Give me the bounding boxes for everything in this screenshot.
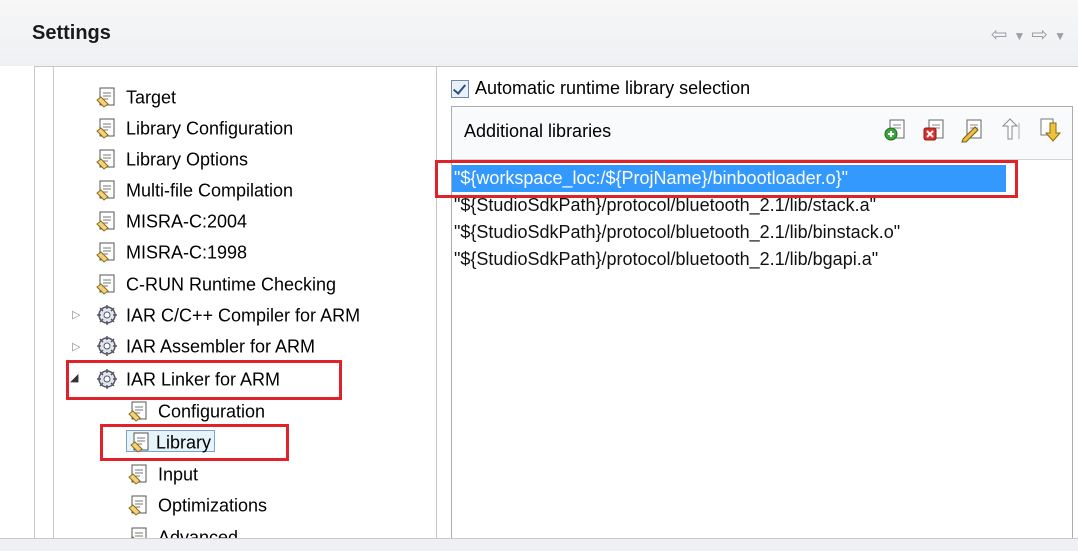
tool-gear-icon: [96, 368, 118, 390]
tree-item-input[interactable]: Input: [128, 459, 198, 487]
auto-runtime-checkbox-row[interactable]: Automatic runtime library selection: [451, 76, 750, 100]
additional-libraries-list[interactable]: "${workspace_loc:/${ProjName}/binbootloa…: [452, 165, 1072, 273]
tree-item-library-options[interactable]: Library Options: [96, 144, 248, 172]
chevron-down-icon[interactable]: ▼: [1054, 29, 1072, 43]
options-page-icon: [96, 273, 118, 295]
tree-item-label: MISRA-C:2004: [126, 211, 248, 232]
edit-icon[interactable]: [961, 117, 985, 143]
page-title: Settings: [32, 22, 111, 44]
options-page-icon: [96, 179, 118, 201]
additional-libraries-title: Additional libraries: [464, 121, 612, 141]
tree-item-iar-compiler[interactable]: IAR C/C++ Compiler for ARM: [96, 300, 360, 328]
library-row[interactable]: "${StudioSdkPath}/protocol/bluetooth_2.1…: [452, 219, 1072, 246]
options-page-icon: [128, 463, 150, 485]
tree-item-label: C-RUN Runtime Checking: [126, 274, 337, 295]
tree-item-label: Library Configuration: [126, 118, 294, 139]
options-page-icon: [96, 86, 118, 108]
auto-runtime-checkbox[interactable]: [451, 80, 469, 99]
additional-libraries-box: Additional libraries "${workspace_loc:/$…: [451, 106, 1073, 539]
options-page-icon: [128, 400, 150, 422]
tree-item-label: Multi-file Compilation: [126, 180, 294, 201]
tool-gear-icon: [96, 335, 118, 357]
options-page-icon: [128, 526, 150, 538]
options-tree[interactable]: Target Library Configuration Library Opt…: [53, 67, 437, 538]
tree-item-label: IAR Assembler for ARM: [126, 336, 316, 357]
tree-item-iar-assembler[interactable]: IAR Assembler for ARM: [96, 331, 315, 359]
tree-item-label: Library: [156, 432, 212, 453]
tree-item-label: Target: [126, 87, 177, 108]
settings-header: Settings ⇦▼⇨▼: [0, 0, 1078, 66]
tree-item-label: Optimizations: [158, 495, 268, 516]
delete-icon[interactable]: [923, 117, 947, 143]
tree-item-c-run[interactable]: C-RUN Runtime Checking: [96, 269, 336, 297]
add-icon[interactable]: [884, 117, 908, 143]
expand-arrow-icon[interactable]: ▷: [72, 341, 84, 353]
library-row[interactable]: "${StudioSdkPath}/protocol/bluetooth_2.1…: [452, 246, 1072, 273]
tree-item-label: Configuration: [158, 401, 266, 422]
bottom-bar: [0, 538, 1078, 551]
tree-item-library[interactable]: Library: [126, 427, 216, 455]
library-row-selected[interactable]: "${workspace_loc:/${ProjName}/binbootloa…: [452, 165, 1006, 192]
expand-arrow-icon[interactable]: ▷: [72, 309, 84, 321]
library-row[interactable]: "${StudioSdkPath}/protocol/bluetooth_2.1…: [452, 192, 1072, 219]
tree-item-label: IAR C/C++ Compiler for ARM: [126, 305, 361, 326]
tree-item-label: Library Options: [126, 149, 249, 170]
tree-item-target[interactable]: Target: [96, 82, 176, 110]
tree-item-multi-file-compilation[interactable]: Multi-file Compilation: [96, 175, 293, 203]
arrow-right-icon[interactable]: ⇨: [1031, 22, 1054, 47]
history-nav: ⇦▼⇨▼: [991, 22, 1072, 47]
options-page-icon: [96, 210, 118, 232]
tree-item-iar-linker[interactable]: IAR Linker for ARM: [96, 364, 280, 392]
additional-libraries-header: Additional libraries: [452, 107, 1072, 160]
tree-item-label: MISRA-C:1998: [126, 242, 248, 263]
libraries-toolbar: [874, 117, 1062, 147]
tool-gear-icon: [96, 304, 118, 326]
tree-item-label: Advanced: [158, 527, 239, 538]
tree-item-label: IAR Linker for ARM: [126, 369, 281, 390]
tree-item-misra-c-2004[interactable]: MISRA-C:2004: [96, 206, 247, 234]
tree-item-configuration[interactable]: Configuration: [128, 396, 265, 424]
tree-item-library-configuration[interactable]: Library Configuration: [96, 113, 293, 141]
options-page-icon: [96, 148, 118, 170]
options-page-icon: [128, 494, 150, 516]
options-page-icon: [96, 117, 118, 139]
tree-item-advanced[interactable]: Advanced: [128, 522, 238, 538]
move-up-icon[interactable]: [1000, 117, 1024, 143]
collapse-arrow-icon[interactable]: ◢: [70, 372, 82, 384]
move-down-icon[interactable]: [1038, 117, 1062, 143]
tree-item-optimizations[interactable]: Optimizations: [128, 490, 267, 518]
options-page-icon: [96, 241, 118, 263]
auto-runtime-checkbox-label: Automatic runtime library selection: [475, 78, 751, 98]
arrow-left-icon[interactable]: ⇦: [991, 22, 1014, 47]
chevron-down-icon[interactable]: ▼: [1013, 29, 1031, 43]
options-page-icon: [130, 431, 152, 453]
selected-highlight: Library: [126, 430, 216, 453]
tree-item-misra-c-1998[interactable]: MISRA-C:1998: [96, 237, 247, 265]
tree-item-label: Input: [158, 464, 199, 485]
